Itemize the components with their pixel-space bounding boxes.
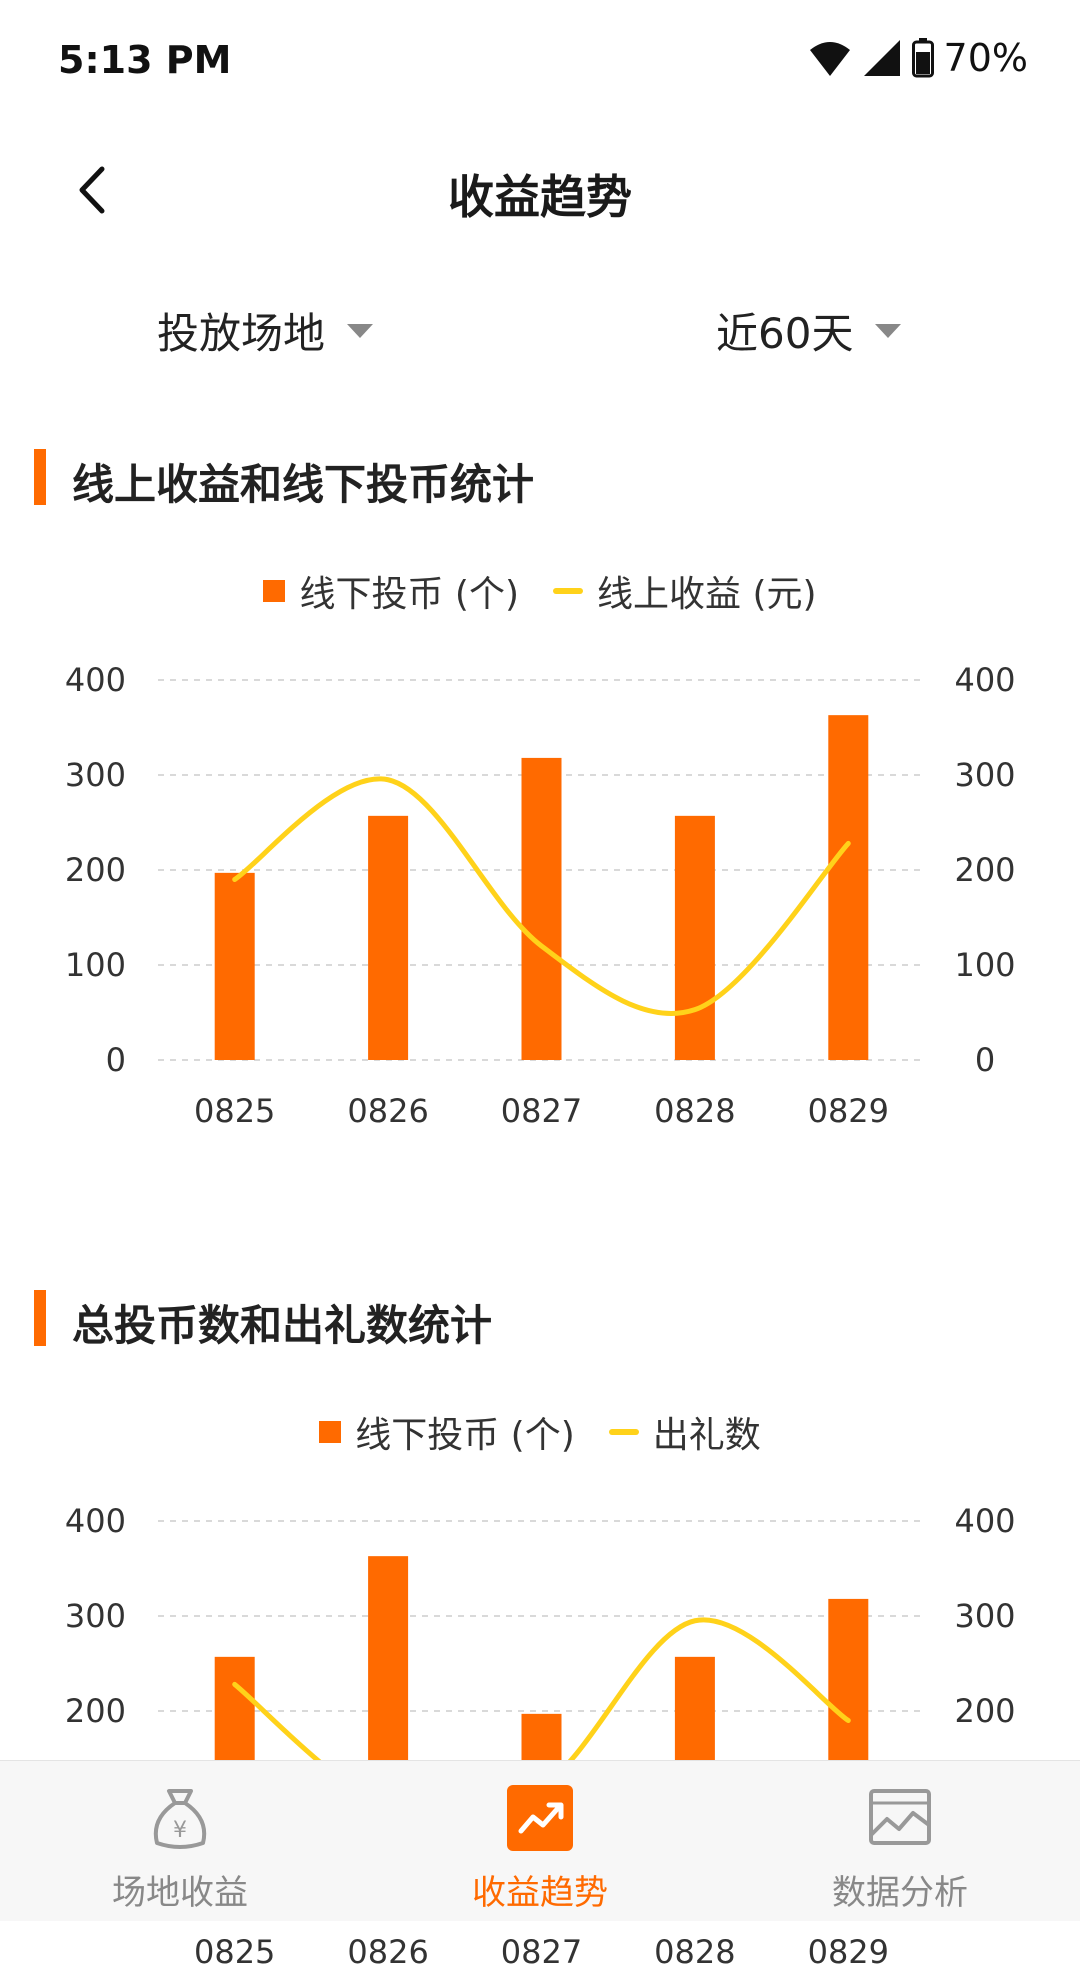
data-analysis-icon — [869, 1789, 931, 1845]
status-icons: 70% — [808, 36, 1028, 80]
venue-filter-label: 投放场地 — [157, 309, 326, 358]
x-tick-label: 0825 — [194, 1092, 275, 1130]
x-tick-label: 0826 — [347, 1092, 428, 1130]
x-tick-label: 0825 — [194, 1933, 275, 1971]
y-tick-label: 0 — [106, 1041, 126, 1079]
x-tick-label: 0827 — [501, 1092, 582, 1130]
battery-icon — [911, 38, 934, 78]
y-tick-label: 300 — [65, 1597, 126, 1635]
tab-venue-income[interactable]: ¥ 场地收益 — [0, 1761, 360, 1921]
x-tick-label: 0828 — [654, 1933, 735, 1971]
period-filter-label: 近60天 — [716, 309, 854, 358]
chart-legend: 线下投币 (个) 线上收益 (元) — [0, 565, 1080, 617]
tab-income-trend[interactable]: 收益趋势 — [360, 1761, 720, 1921]
bar — [521, 757, 562, 1060]
chart-legend: 线下投币 (个) 出礼数 — [0, 1406, 1080, 1458]
legend-item-bar: 线下投币 (个) — [319, 1406, 575, 1458]
y-tick-label: 300 — [65, 756, 126, 794]
section-title: 线上收益和线下投币统计 — [72, 460, 535, 509]
caret-down-icon — [347, 323, 374, 338]
legend-bar-swatch — [319, 1421, 342, 1443]
money-bag-icon: ¥ — [153, 1789, 207, 1849]
y-tick-label: 200 — [65, 1692, 126, 1730]
battery-percent: 70% — [943, 36, 1028, 80]
legend-item-bar: 线下投币 (个) — [263, 565, 519, 617]
y2-tick-label: 300 — [954, 1597, 1015, 1635]
y2-tick-label: 0 — [975, 1041, 995, 1079]
section-title: 总投币数和出礼数统计 — [72, 1301, 493, 1350]
y2-tick-label: 400 — [954, 1502, 1015, 1540]
y2-tick-label: 400 — [954, 661, 1015, 699]
x-tick-label: 0828 — [654, 1092, 735, 1130]
y-tick-label: 400 — [65, 661, 126, 699]
y2-tick-label: 200 — [954, 1692, 1015, 1730]
legend-line-swatch — [553, 588, 583, 594]
legend-line-label: 线上收益 (元) — [597, 574, 817, 615]
svg-text:¥: ¥ — [173, 1818, 187, 1843]
section-header-online-offline: 线上收益和线下投币统计 — [0, 447, 1080, 509]
legend-item-line: 线上收益 (元) — [553, 565, 817, 617]
nav-bar: 收益趋势 — [0, 125, 1080, 255]
page-title: 收益趋势 — [448, 170, 632, 224]
caret-down-icon — [875, 323, 902, 338]
venue-filter-dropdown[interactable]: 投放场地 — [157, 300, 374, 361]
section-accent-bar — [34, 449, 46, 505]
tab-label: 数据分析 — [832, 1873, 968, 1913]
section-accent-bar — [34, 1290, 46, 1346]
legend-line-label: 出礼数 — [652, 1415, 761, 1456]
tab-data-analysis[interactable]: 数据分析 — [720, 1761, 1080, 1921]
legend-bar-swatch — [263, 580, 286, 602]
legend-item-line: 出礼数 — [608, 1406, 761, 1458]
signal-icon — [863, 40, 900, 76]
bar — [828, 715, 869, 1060]
bar — [674, 815, 715, 1060]
y-tick-label: 100 — [65, 946, 126, 984]
bar — [368, 815, 409, 1060]
period-filter-dropdown[interactable]: 近60天 — [716, 300, 902, 361]
legend-bar-label: 线下投币 (个) — [299, 574, 519, 615]
status-time: 5:13 PM — [58, 38, 232, 82]
tab-label: 场地收益 — [112, 1873, 248, 1913]
x-tick-label: 0829 — [808, 1933, 889, 1971]
filter-row: 投放场地 近60天 — [0, 290, 1080, 370]
bottom-tab-bar: ¥ 场地收益 收益趋势 数据分析 — [0, 1760, 1080, 1921]
legend-line-swatch — [608, 1429, 639, 1435]
y2-tick-label: 300 — [954, 756, 1015, 794]
wifi-icon — [809, 42, 850, 76]
x-tick-label: 0826 — [347, 1933, 428, 1971]
y-tick-label: 400 — [65, 1502, 126, 1540]
legend-bar-label: 线下投币 (个) — [355, 1415, 575, 1456]
section-header-coins-gifts: 总投币数和出礼数统计 — [0, 1288, 1080, 1350]
y-tick-label: 200 — [65, 851, 126, 889]
trend-chart-icon — [507, 1785, 573, 1851]
tab-label: 收益趋势 — [472, 1873, 608, 1913]
x-tick-label: 0829 — [808, 1092, 889, 1130]
combo-chart-online-offline: 0 100 200 300 400 0 100 200 300 400 0825 0826 0827 08… — [65, 661, 1016, 1130]
x-tick-label: 0827 — [501, 1933, 582, 1971]
y2-tick-label: 200 — [954, 851, 1015, 889]
y2-tick-label: 100 — [954, 946, 1015, 984]
status-bar: 5:13 PM 70% — [0, 0, 1080, 125]
bar — [214, 872, 255, 1060]
